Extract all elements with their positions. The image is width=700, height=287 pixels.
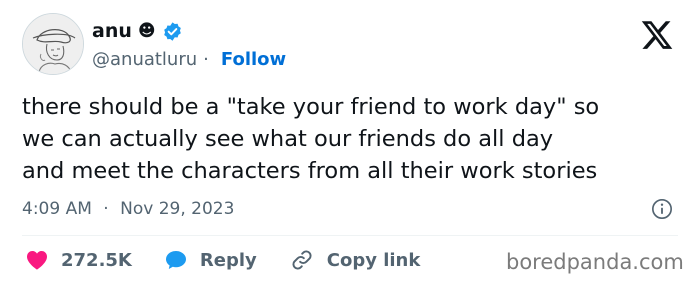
separator-dot: · [103, 199, 109, 219]
tweet-date: Nov 29, 2023 [120, 199, 235, 219]
action-bar: 272.5K Reply Copy link [25, 245, 452, 275]
user-name-row: anu ☻ [92, 20, 183, 42]
verified-badge-icon [162, 21, 183, 42]
divider [22, 235, 678, 236]
reply-label: Reply [199, 249, 257, 271]
avatar[interactable] [22, 13, 84, 75]
copy-link-label: Copy link [326, 249, 421, 271]
tweet-timestamp[interactable]: 4:09 AM · Nov 29, 2023 [22, 199, 234, 219]
copy-link-button[interactable]: Copy link [289, 247, 421, 273]
tweet-line: and meet the characters from all their w… [22, 158, 598, 184]
like-button[interactable]: 272.5K [25, 248, 132, 272]
tweet-time: 4:09 AM [22, 199, 92, 219]
info-icon[interactable] [651, 198, 673, 220]
user-handle[interactable]: @anuatluru [92, 49, 197, 70]
x-logo-icon[interactable] [640, 18, 674, 52]
tweet-line: we can actually see what our friends do … [22, 126, 554, 152]
reply-bubble-icon [165, 251, 186, 269]
avatar-sketch-icon [23, 14, 83, 74]
handle-row: @anuatluru · Follow [92, 49, 286, 70]
heart-icon [27, 251, 47, 270]
link-icon [292, 250, 312, 270]
reply-button[interactable]: Reply [164, 248, 257, 272]
separator-dot: · [203, 49, 209, 70]
watermark: boredpanda.com [506, 250, 684, 274]
tweet-line: there should be a "take your friend to w… [22, 94, 600, 120]
smiley-emoji: ☻ [137, 20, 156, 41]
display-name[interactable]: anu [92, 20, 132, 42]
tweet-text: there should be a "take your friend to w… [22, 91, 682, 187]
like-count: 272.5K [61, 249, 132, 271]
follow-button[interactable]: Follow [221, 49, 286, 70]
